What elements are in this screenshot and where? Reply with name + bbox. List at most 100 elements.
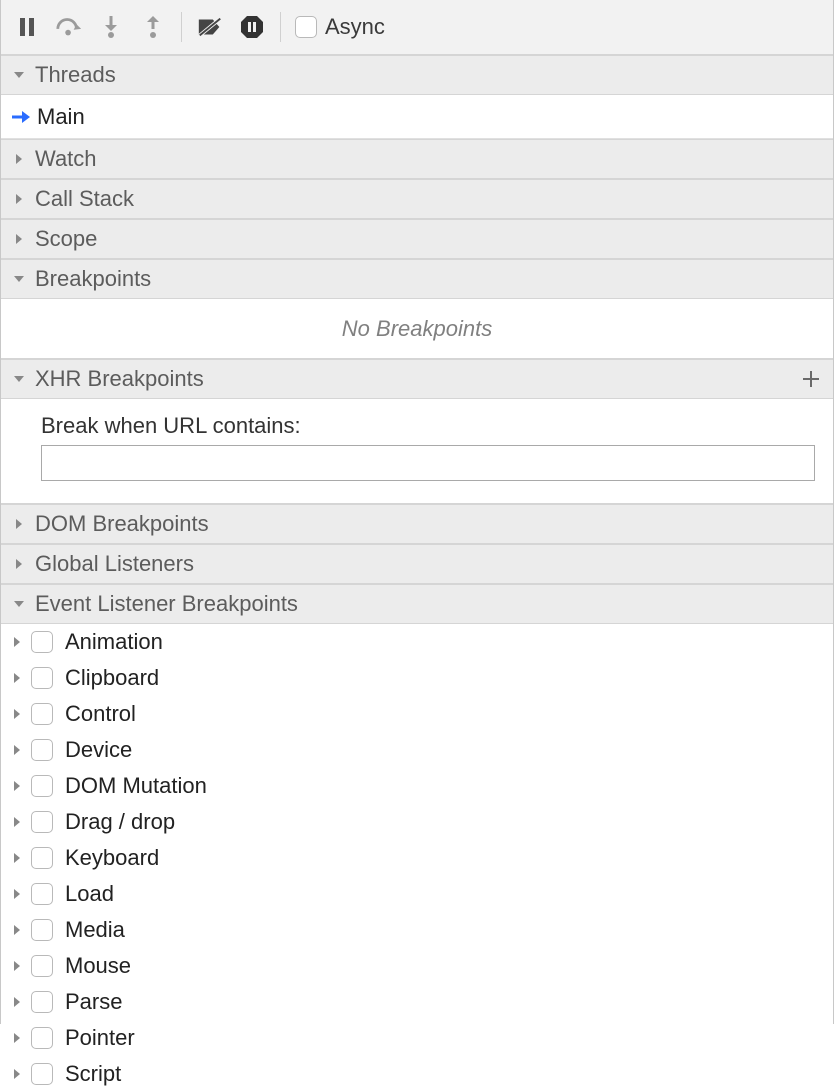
- event-category-label: DOM Mutation: [65, 773, 207, 799]
- chevron-right-icon: [11, 636, 25, 648]
- current-thread-arrow-icon: [11, 109, 31, 125]
- event-category-checkbox[interactable]: [31, 775, 53, 797]
- event-category-label: Keyboard: [65, 845, 159, 871]
- event-category-item[interactable]: Control: [1, 696, 833, 732]
- chevron-right-icon: [13, 153, 27, 165]
- event-category-item[interactable]: Drag / drop: [1, 804, 833, 840]
- event-category-item[interactable]: Mouse: [1, 948, 833, 984]
- event-category-checkbox[interactable]: [31, 883, 53, 905]
- chevron-right-icon: [11, 924, 25, 936]
- chevron-right-icon: [11, 960, 25, 972]
- panel-header-dom[interactable]: DOM Breakpoints: [1, 504, 833, 544]
- chevron-down-icon: [13, 69, 27, 81]
- event-category-label: Control: [65, 701, 136, 727]
- event-category-item[interactable]: Animation: [1, 624, 833, 660]
- event-category-label: Mouse: [65, 953, 131, 979]
- event-category-label: Device: [65, 737, 132, 763]
- event-category-item[interactable]: DOM Mutation: [1, 768, 833, 804]
- panel-header-xhr[interactable]: XHR Breakpoints: [1, 359, 833, 399]
- event-category-checkbox[interactable]: [31, 703, 53, 725]
- event-category-item[interactable]: Device: [1, 732, 833, 768]
- panel-header-watch[interactable]: Watch: [1, 139, 833, 179]
- event-category-checkbox[interactable]: [31, 955, 53, 977]
- chevron-right-icon: [11, 816, 25, 828]
- chevron-right-icon: [13, 193, 27, 205]
- event-category-label: Script: [65, 1061, 121, 1087]
- event-category-item[interactable]: Parse: [1, 984, 833, 1020]
- async-label: Async: [325, 14, 385, 40]
- panel-header-threads[interactable]: Threads: [1, 55, 833, 95]
- panel-title: Threads: [35, 62, 116, 88]
- step-into-icon[interactable]: [97, 13, 125, 41]
- event-category-checkbox[interactable]: [31, 991, 53, 1013]
- event-category-label: Animation: [65, 629, 163, 655]
- panel-header-events[interactable]: Event Listener Breakpoints: [1, 584, 833, 624]
- event-category-checkbox[interactable]: [31, 919, 53, 941]
- chevron-right-icon: [11, 744, 25, 756]
- async-checkbox[interactable]: [295, 16, 317, 38]
- async-toggle[interactable]: Async: [295, 14, 385, 40]
- threads-body: Main: [1, 95, 833, 139]
- chevron-right-icon: [13, 518, 27, 530]
- pause-icon[interactable]: [13, 13, 41, 41]
- debugger-toolbar: Async: [1, 0, 833, 55]
- step-out-icon[interactable]: [139, 13, 167, 41]
- xhr-url-input[interactable]: [41, 445, 815, 481]
- event-category-checkbox[interactable]: [31, 667, 53, 689]
- chevron-right-icon: [11, 672, 25, 684]
- event-category-checkbox[interactable]: [31, 1027, 53, 1049]
- event-category-checkbox[interactable]: [31, 631, 53, 653]
- panel-title: DOM Breakpoints: [35, 511, 209, 537]
- panel-title: Watch: [35, 146, 97, 172]
- event-category-label: Media: [65, 917, 125, 943]
- panel-title: Global Listeners: [35, 551, 194, 577]
- event-category-checkbox[interactable]: [31, 811, 53, 833]
- chevron-right-icon: [11, 1068, 25, 1080]
- chevron-right-icon: [11, 996, 25, 1008]
- event-category-label: Load: [65, 881, 114, 907]
- thread-label: Main: [37, 104, 85, 130]
- chevron-right-icon: [13, 558, 27, 570]
- event-category-label: Parse: [65, 989, 122, 1015]
- panel-title: Breakpoints: [35, 266, 151, 292]
- chevron-right-icon: [11, 888, 25, 900]
- breakpoints-body: No Breakpoints: [1, 299, 833, 359]
- panel-header-global[interactable]: Global Listeners: [1, 544, 833, 584]
- toolbar-separator: [280, 12, 281, 42]
- panel-header-callstack[interactable]: Call Stack: [1, 179, 833, 219]
- event-category-checkbox[interactable]: [31, 739, 53, 761]
- event-category-item[interactable]: Clipboard: [1, 660, 833, 696]
- toolbar-separator: [181, 12, 182, 42]
- event-category-label: Pointer: [65, 1025, 135, 1051]
- pause-on-exceptions-icon[interactable]: [238, 13, 266, 41]
- xhr-body: Break when URL contains:: [1, 399, 833, 504]
- event-category-item[interactable]: Script: [1, 1056, 833, 1092]
- event-category-checkbox[interactable]: [31, 1063, 53, 1085]
- chevron-down-icon: [13, 273, 27, 285]
- panel-title: XHR Breakpoints: [35, 366, 204, 392]
- panel-title: Scope: [35, 226, 97, 252]
- thread-item-main[interactable]: Main: [1, 95, 833, 139]
- chevron-right-icon: [11, 1032, 25, 1044]
- panel-title: Call Stack: [35, 186, 134, 212]
- event-category-checkbox[interactable]: [31, 847, 53, 869]
- chevron-right-icon: [11, 852, 25, 864]
- chevron-right-icon: [13, 233, 27, 245]
- no-breakpoints-message: No Breakpoints: [1, 299, 833, 359]
- step-over-icon[interactable]: [55, 13, 83, 41]
- chevron-right-icon: [11, 708, 25, 720]
- event-category-item[interactable]: Keyboard: [1, 840, 833, 876]
- event-category-label: Clipboard: [65, 665, 159, 691]
- xhr-input-label: Break when URL contains:: [41, 413, 815, 439]
- events-body: Animation Clipboard Control Device DOM Mutat…: [1, 624, 833, 1092]
- panel-header-breakpoints[interactable]: Breakpoints: [1, 259, 833, 299]
- deactivate-breakpoints-icon[interactable]: [196, 13, 224, 41]
- event-category-item[interactable]: Load: [1, 876, 833, 912]
- chevron-right-icon: [11, 780, 25, 792]
- event-category-item[interactable]: Media: [1, 912, 833, 948]
- panel-header-scope[interactable]: Scope: [1, 219, 833, 259]
- panel-title: Event Listener Breakpoints: [35, 591, 298, 617]
- event-category-item[interactable]: Pointer: [1, 1020, 833, 1056]
- add-xhr-breakpoint-icon[interactable]: [801, 369, 821, 389]
- chevron-down-icon: [13, 373, 27, 385]
